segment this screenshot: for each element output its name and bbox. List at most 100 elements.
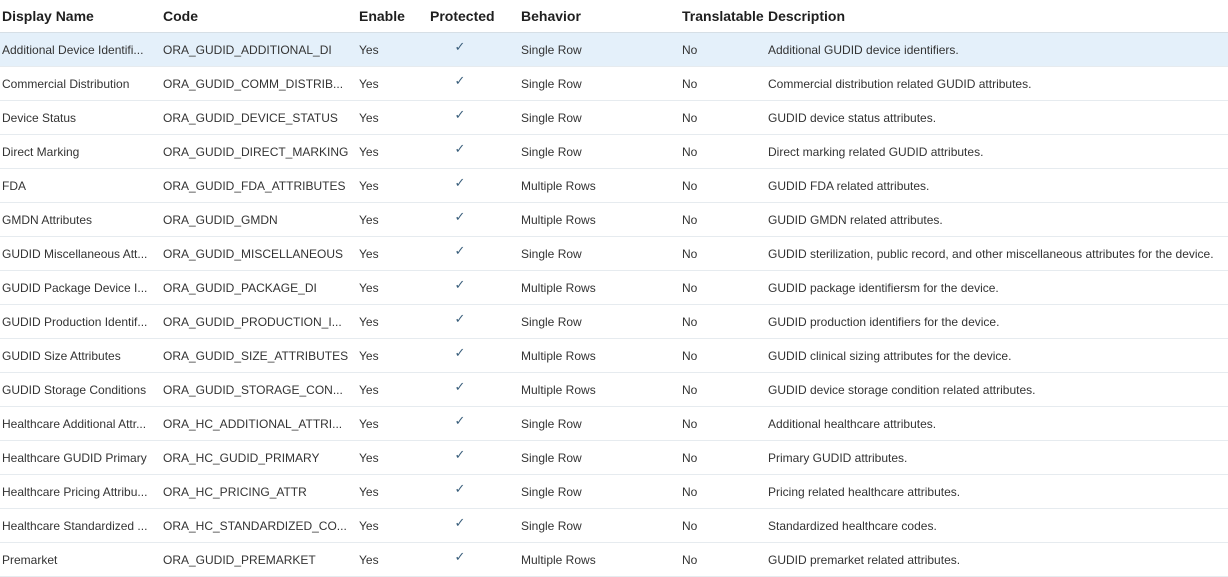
cell-description: Standardized healthcare codes. — [768, 518, 937, 533]
cell-description: Additional healthcare attributes. — [768, 416, 937, 431]
cell-description: GUDID premarket related attributes. — [768, 552, 961, 567]
cell-behavior: Multiple Rows — [521, 178, 596, 193]
cell-protected: ✓ — [428, 450, 519, 466]
table-row[interactable]: GMDN Attributes ORA_GUDID_GMDN Yes ✓ Mul… — [0, 203, 1228, 237]
cell-enable: Yes — [359, 178, 379, 193]
column-header-behavior[interactable]: Behavior — [519, 8, 680, 24]
cell-display-name: Healthcare Additional Attr... — [2, 416, 147, 431]
cell-description: GUDID package identifiersm for the devic… — [768, 280, 999, 295]
column-header-display-name[interactable]: Display Name — [0, 8, 161, 24]
checkmark-icon: ✓ — [454, 41, 466, 54]
checkmark-icon: ✓ — [454, 551, 466, 564]
cell-translatable: No — [682, 552, 698, 567]
cell-protected: ✓ — [428, 76, 519, 92]
checkmark-icon: ✓ — [454, 177, 466, 190]
cell-display-name: FDA — [2, 178, 26, 193]
cell-display-name: Premarket — [2, 552, 58, 567]
context-table: Display Name Code Enable Protected Behav… — [0, 0, 1228, 577]
table-row[interactable]: Healthcare GUDID Primary ORA_HC_GUDID_PR… — [0, 441, 1228, 475]
cell-behavior: Multiple Rows — [521, 348, 596, 363]
cell-enable: Yes — [359, 552, 379, 567]
cell-code: ORA_GUDID_PREMARKET — [163, 552, 316, 567]
cell-code: ORA_HC_STANDARDIZED_CO... — [163, 518, 347, 533]
cell-enable: Yes — [359, 110, 379, 125]
cell-enable: Yes — [359, 416, 379, 431]
cell-code: ORA_GUDID_STORAGE_CON... — [163, 382, 343, 397]
table-row[interactable]: Healthcare Standardized ... ORA_HC_STAND… — [0, 509, 1228, 543]
column-header-translatable[interactable]: Translatable — [680, 8, 766, 24]
cell-behavior: Single Row — [521, 416, 582, 431]
cell-behavior: Single Row — [521, 144, 582, 159]
cell-translatable: No — [682, 110, 698, 125]
table-row[interactable]: GUDID Size Attributes ORA_GUDID_SIZE_ATT… — [0, 339, 1228, 373]
table-row[interactable]: GUDID Storage Conditions ORA_GUDID_STORA… — [0, 373, 1228, 407]
cell-description: GUDID device storage condition related a… — [768, 382, 1036, 397]
cell-behavior: Single Row — [521, 246, 582, 261]
checkmark-icon: ✓ — [454, 313, 466, 326]
cell-translatable: No — [682, 76, 698, 91]
cell-translatable: No — [682, 144, 698, 159]
table-row[interactable]: Premarket ORA_GUDID_PREMARKET Yes ✓ Mult… — [0, 543, 1228, 577]
checkmark-icon: ✓ — [454, 449, 466, 462]
cell-enable: Yes — [359, 484, 379, 499]
checkmark-icon: ✓ — [454, 415, 466, 428]
cell-description: Direct marking related GUDID attributes. — [768, 144, 984, 159]
table-row[interactable]: Additional Device Identifi... ORA_GUDID_… — [0, 33, 1228, 67]
cell-code: ORA_GUDID_ADDITIONAL_DI — [163, 42, 332, 57]
cell-protected: ✓ — [428, 110, 519, 126]
cell-behavior: Multiple Rows — [521, 552, 596, 567]
cell-description: GUDID clinical sizing attributes for the… — [768, 348, 1012, 363]
cell-enable: Yes — [359, 76, 379, 91]
cell-behavior: Single Row — [521, 484, 582, 499]
column-header-description[interactable]: Description — [766, 8, 1228, 24]
cell-enable: Yes — [359, 212, 379, 227]
cell-enable: Yes — [359, 450, 379, 465]
table-row[interactable]: Commercial Distribution ORA_GUDID_COMM_D… — [0, 67, 1228, 101]
checkmark-icon: ✓ — [454, 517, 466, 530]
table-header: Display Name Code Enable Protected Behav… — [0, 0, 1228, 33]
column-header-enable[interactable]: Enable — [357, 8, 428, 24]
cell-description: GUDID production identifiers for the dev… — [768, 314, 1000, 329]
cell-code: ORA_GUDID_COMM_DISTRIB... — [163, 76, 344, 91]
cell-protected: ✓ — [428, 144, 519, 160]
checkmark-icon: ✓ — [454, 75, 466, 88]
cell-protected: ✓ — [428, 348, 519, 364]
cell-behavior: Single Row — [521, 450, 582, 465]
column-header-protected[interactable]: Protected — [428, 8, 519, 24]
checkmark-icon: ✓ — [454, 279, 466, 292]
table-row[interactable]: GUDID Production Identif... ORA_GUDID_PR… — [0, 305, 1228, 339]
cell-display-name: GUDID Package Device I... — [2, 280, 148, 295]
cell-behavior: Single Row — [521, 110, 582, 125]
cell-translatable: No — [682, 280, 698, 295]
cell-description: Additional GUDID device identifiers. — [768, 42, 959, 57]
table-row[interactable]: Direct Marking ORA_GUDID_DIRECT_MARKING … — [0, 135, 1228, 169]
table-row[interactable]: Healthcare Pricing Attribu... ORA_HC_PRI… — [0, 475, 1228, 509]
table-row[interactable]: Device Status ORA_GUDID_DEVICE_STATUS Ye… — [0, 101, 1228, 135]
table-row[interactable]: GUDID Package Device I... ORA_GUDID_PACK… — [0, 271, 1228, 305]
cell-translatable: No — [682, 212, 698, 227]
cell-description: GUDID GMDN related attributes. — [768, 212, 943, 227]
cell-display-name: Healthcare Pricing Attribu... — [2, 484, 148, 499]
checkmark-icon: ✓ — [454, 211, 466, 224]
table-row[interactable]: Healthcare Additional Attr... ORA_HC_ADD… — [0, 407, 1228, 441]
cell-display-name: GUDID Miscellaneous Att... — [2, 246, 148, 261]
cell-display-name: GMDN Attributes — [2, 212, 93, 227]
checkmark-icon: ✓ — [454, 245, 466, 258]
table-body: Additional Device Identifi... ORA_GUDID_… — [0, 33, 1228, 577]
cell-protected: ✓ — [428, 212, 519, 228]
cell-description: Commercial distribution related GUDID at… — [768, 76, 1032, 91]
cell-translatable: No — [682, 246, 698, 261]
checkmark-icon: ✓ — [454, 347, 466, 360]
cell-translatable: No — [682, 42, 698, 57]
cell-enable: Yes — [359, 246, 379, 261]
cell-enable: Yes — [359, 144, 379, 159]
cell-display-name: GUDID Storage Conditions — [2, 382, 147, 397]
table-row[interactable]: FDA ORA_GUDID_FDA_ATTRIBUTES Yes ✓ Multi… — [0, 169, 1228, 203]
column-header-code[interactable]: Code — [161, 8, 357, 24]
cell-display-name: Healthcare Standardized ... — [2, 518, 148, 533]
cell-display-name: Commercial Distribution — [2, 76, 130, 91]
cell-behavior: Multiple Rows — [521, 382, 596, 397]
cell-translatable: No — [682, 484, 698, 499]
cell-code: ORA_GUDID_PRODUCTION_I... — [163, 314, 342, 329]
table-row[interactable]: GUDID Miscellaneous Att... ORA_GUDID_MIS… — [0, 237, 1228, 271]
